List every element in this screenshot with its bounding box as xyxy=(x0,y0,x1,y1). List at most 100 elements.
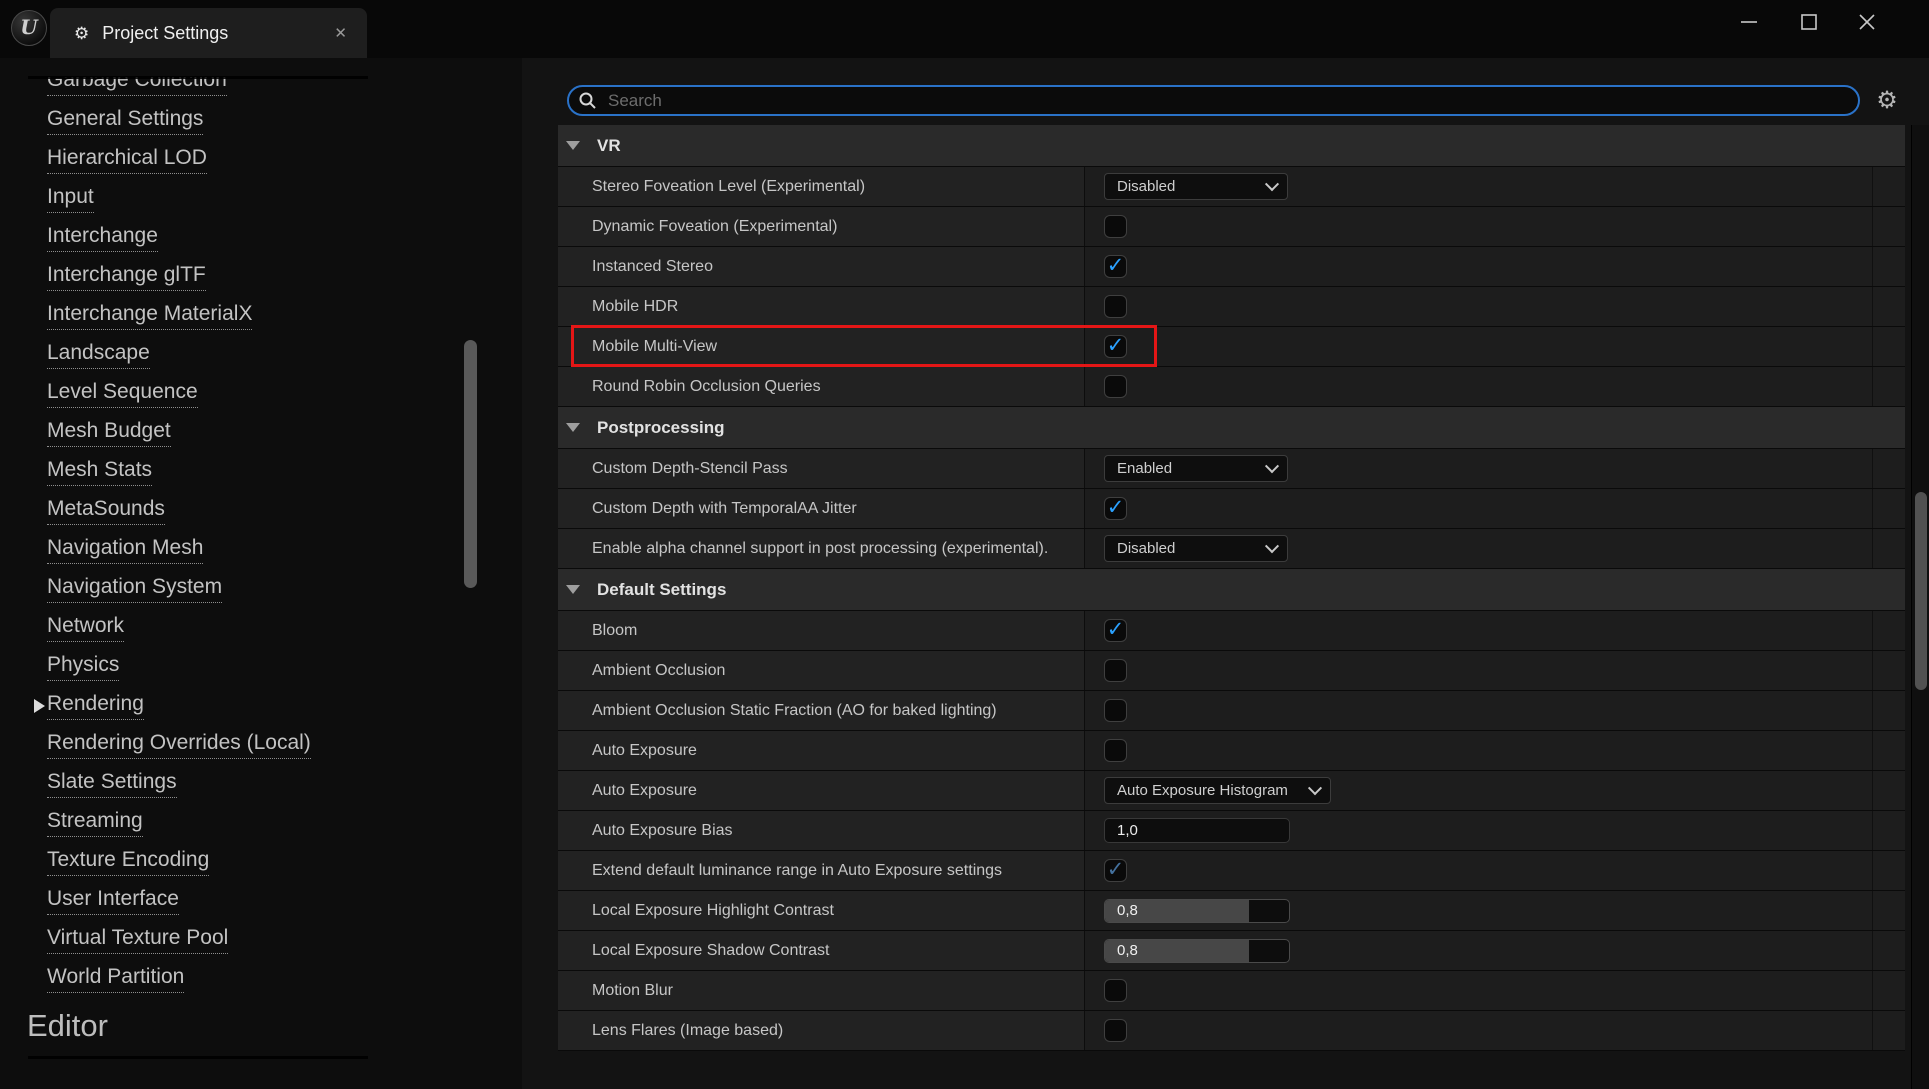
setting-value-cell: ✓ xyxy=(1085,611,1905,650)
sidebar-item-label: Hierarchical LOD xyxy=(47,146,207,174)
sidebar-item-hierarchical-lod[interactable]: Hierarchical LOD xyxy=(0,140,460,179)
sidebar-item-label: Mesh Budget xyxy=(47,419,171,447)
slider-input[interactable]: 0,8 xyxy=(1104,899,1290,923)
setting-value-cell: ✓ xyxy=(1085,851,1905,890)
collapse-arrow-icon xyxy=(566,423,580,432)
sidebar-item-virtual-texture-pool[interactable]: Virtual Texture Pool xyxy=(0,920,460,959)
sidebar-item-texture-encoding[interactable]: Texture Encoding xyxy=(0,842,460,881)
dropdown[interactable]: Auto Exposure Histogram xyxy=(1104,777,1331,804)
setting-label: Local Exposure Shadow Contrast xyxy=(558,931,1085,970)
text-input-value: 1,0 xyxy=(1117,822,1138,839)
settings-sidebar: Garbage CollectionGeneral SettingsHierar… xyxy=(0,58,522,1089)
minimize-button[interactable] xyxy=(1727,0,1771,44)
setting-value-cell xyxy=(1085,367,1905,406)
sidebar-item-label: Streaming xyxy=(47,809,143,837)
section-title: VR xyxy=(597,136,621,156)
sidebar-item-label: World Partition xyxy=(47,965,184,993)
checkbox[interactable] xyxy=(1104,659,1127,682)
checkbox[interactable]: ✓ xyxy=(1104,255,1127,278)
close-button[interactable] xyxy=(1845,0,1889,44)
sidebar-item-streaming[interactable]: Streaming xyxy=(0,803,460,842)
text-input[interactable]: 1,0 xyxy=(1104,818,1290,843)
sidebar-item-label: Interchange glTF xyxy=(47,263,206,291)
setting-value-cell: 0,8 xyxy=(1085,931,1905,970)
sidebar-item-landscape[interactable]: Landscape xyxy=(0,335,460,374)
dropdown[interactable]: Disabled xyxy=(1104,173,1288,200)
sidebar-item-user-interface[interactable]: User Interface xyxy=(0,881,460,920)
main-scrollbar[interactable] xyxy=(1911,125,1929,1089)
setting-value-cell: 1,0 xyxy=(1085,811,1905,850)
sidebar-item-label: MetaSounds xyxy=(47,497,165,525)
sidebar-item-label: Rendering xyxy=(47,692,144,720)
chevron-down-icon xyxy=(1308,781,1322,795)
sidebar-item-mesh-budget[interactable]: Mesh Budget xyxy=(0,413,460,452)
checkbox[interactable] xyxy=(1104,979,1127,1002)
section-header-default-settings[interactable]: Default Settings xyxy=(558,569,1905,611)
sidebar-item-metasounds[interactable]: MetaSounds xyxy=(0,491,460,530)
setting-label: Enable alpha channel support in post pro… xyxy=(558,529,1085,568)
setting-row-mobile-hdr: Mobile HDR xyxy=(558,287,1905,327)
sidebar-item-physics[interactable]: Physics xyxy=(0,647,460,686)
checkbox[interactable]: ✓ xyxy=(1104,859,1127,882)
sidebar-item-general-settings[interactable]: General Settings xyxy=(0,101,460,140)
sidebar-item-interchange[interactable]: Interchange xyxy=(0,218,460,257)
setting-row-mobile-multi-view: Mobile Multi-View✓ xyxy=(558,327,1905,367)
sidebar-item-input[interactable]: Input xyxy=(0,179,460,218)
checkbox[interactable] xyxy=(1104,699,1127,722)
unreal-logo-icon: U xyxy=(11,10,47,46)
tab-close-icon[interactable]: ✕ xyxy=(334,24,347,42)
sidebar-item-rendering[interactable]: Rendering xyxy=(0,686,460,725)
section-header-vr[interactable]: VR xyxy=(558,125,1905,167)
checkbox[interactable] xyxy=(1104,375,1127,398)
sidebar-scrollbar-thumb[interactable] xyxy=(464,340,477,588)
setting-label: Dynamic Foveation (Experimental) xyxy=(558,207,1085,246)
maximize-icon xyxy=(1797,10,1821,34)
setting-row-round-robin-occlusion-queries: Round Robin Occlusion Queries xyxy=(558,367,1905,407)
checkbox[interactable] xyxy=(1104,739,1127,762)
settings-gear-button[interactable]: ⚙ xyxy=(1872,86,1902,116)
checkbox[interactable]: ✓ xyxy=(1104,335,1127,358)
checkbox[interactable]: ✓ xyxy=(1104,619,1127,642)
setting-row-lens-flares-image-based: Lens Flares (Image based) xyxy=(558,1011,1905,1051)
search-input[interactable] xyxy=(606,90,1810,112)
project-settings-tab[interactable]: ⚙ Project Settings ✕ xyxy=(50,8,367,58)
dropdown[interactable]: Disabled xyxy=(1104,535,1288,562)
checkbox[interactable] xyxy=(1104,1019,1127,1042)
setting-value-cell: 0,8 xyxy=(1085,891,1905,930)
checkbox[interactable] xyxy=(1104,215,1127,238)
sidebar-item-interchange-materialx[interactable]: Interchange MaterialX xyxy=(0,296,460,335)
checkmark-icon: ✓ xyxy=(1107,859,1125,880)
sidebar-item-interchange-gltf[interactable]: Interchange glTF xyxy=(0,257,460,296)
sidebar-item-label: Navigation Mesh xyxy=(47,536,203,564)
main-scrollbar-thumb[interactable] xyxy=(1915,492,1927,690)
sidebar-item-rendering-overrides-local[interactable]: Rendering Overrides (Local) xyxy=(0,725,460,764)
sidebar-item-navigation-mesh[interactable]: Navigation Mesh xyxy=(0,530,460,569)
section-header-postprocessing[interactable]: Postprocessing xyxy=(558,407,1905,449)
sidebar-item-label: User Interface xyxy=(47,887,179,915)
checkmark-icon: ✓ xyxy=(1107,619,1125,640)
setting-row-bloom: Bloom✓ xyxy=(558,611,1905,651)
slider-input[interactable]: 0,8 xyxy=(1104,939,1290,963)
sidebar-item-slate-settings[interactable]: Slate Settings xyxy=(0,764,460,803)
sidebar-item-label: Landscape xyxy=(47,341,150,369)
dropdown-value: Auto Exposure Histogram xyxy=(1117,782,1288,799)
sidebar-item-navigation-system[interactable]: Navigation System xyxy=(0,569,460,608)
tab-title: Project Settings xyxy=(102,23,228,44)
checkbox[interactable] xyxy=(1104,295,1127,318)
sidebar-item-world-partition[interactable]: World Partition xyxy=(0,959,460,998)
dropdown[interactable]: Enabled xyxy=(1104,455,1288,482)
sidebar-item-network[interactable]: Network xyxy=(0,608,460,647)
checkmark-icon: ✓ xyxy=(1107,497,1125,518)
sidebar-divider-top xyxy=(28,76,368,79)
sidebar-item-mesh-stats[interactable]: Mesh Stats xyxy=(0,452,460,491)
gear-icon: ⚙ xyxy=(1876,87,1898,114)
setting-value-cell: Enabled xyxy=(1085,449,1905,488)
setting-label: Custom Depth-Stencil Pass xyxy=(558,449,1085,488)
checkmark-icon: ✓ xyxy=(1107,335,1125,356)
search-bar[interactable] xyxy=(567,85,1860,116)
setting-row-custom-depth-stencil-pass: Custom Depth-Stencil Pass Enabled xyxy=(558,449,1905,489)
setting-value-cell xyxy=(1085,287,1905,326)
sidebar-item-level-sequence[interactable]: Level Sequence xyxy=(0,374,460,413)
maximize-button[interactable] xyxy=(1787,0,1831,44)
checkbox[interactable]: ✓ xyxy=(1104,497,1127,520)
